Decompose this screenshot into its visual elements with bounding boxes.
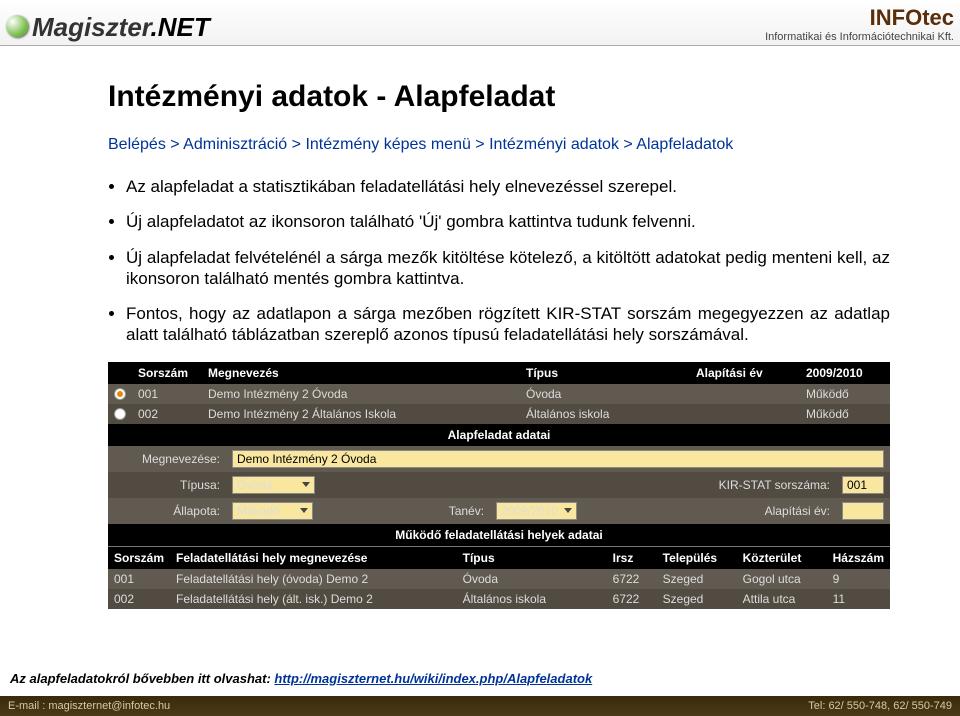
bullet-item: Fontos, hogy az adatlapon a sárga mezőbe… [126, 303, 890, 346]
sub-col-telepules[interactable]: Település [657, 546, 737, 569]
row-radio-icon[interactable] [114, 388, 126, 400]
footer-tel: Tel: 62/ 550-748, 62/ 550-749 [808, 700, 952, 712]
company-block: INFOtec Informatikai és Információtechni… [765, 5, 954, 43]
sub-col-sorszam[interactable]: Sorszám [108, 546, 170, 569]
top-header: Magiszter.NET INFOtec Informatikai és In… [0, 0, 960, 46]
footer-email: E-mail : magiszternet@infotec.hu [8, 700, 170, 712]
main-content: Intézményi adatok - Alapfeladat Belépés … [0, 46, 960, 609]
table-row[interactable]: 002 Feladatellátási hely (ált. isk.) Dem… [108, 589, 890, 609]
sub-col-irsz[interactable]: Irsz [607, 546, 657, 569]
helyek-table: Sorszám Feladatellátási hely megnevezése… [108, 546, 890, 609]
input-megnevezes[interactable] [232, 450, 884, 468]
lbl-alapitasi: Alapítási év: [765, 504, 834, 518]
app-screenshot: Sorszám Megnevezés Típus Alapítási év 20… [108, 362, 890, 609]
lbl-megnevezes: Megnevezése: [114, 452, 224, 466]
logo-ball-icon [6, 15, 28, 37]
col-tanev[interactable]: 2009/2010 [800, 362, 890, 384]
sub-col-megnevezes[interactable]: Feladatellátási hely megnevezése [170, 546, 457, 569]
form-row-megnevezes: Megnevezése: [108, 446, 890, 472]
footer-bar: E-mail : magiszternet@infotec.hu Tel: 62… [0, 696, 960, 716]
alapfeladat-table: Sorszám Megnevezés Típus Alapítási év 20… [108, 362, 890, 424]
lbl-tipus: Típusa: [114, 478, 224, 492]
brand-left: Magiszter [32, 12, 151, 42]
cell-allapot: Működő [800, 404, 890, 424]
section-title-1: Alapfeladat adatai [108, 424, 890, 446]
bullet-list: Az alapfeladat a statisztikában feladate… [108, 176, 890, 346]
cell-alapitasi [690, 384, 800, 404]
select-allapot[interactable]: Működő [232, 502, 313, 520]
cell-alapitasi [690, 404, 800, 424]
chevron-down-icon [564, 508, 572, 513]
table-row[interactable]: 002 Demo Intézmény 2 Általános Iskola Ál… [108, 404, 890, 424]
sub-col-hazszam[interactable]: Házszám [827, 546, 890, 569]
footnote-text: Az alapfeladatokról bővebben itt olvasha… [10, 671, 274, 686]
col-tipus[interactable]: Típus [520, 362, 690, 384]
brand-right: .NET [151, 12, 210, 42]
input-kirstat[interactable] [842, 476, 884, 494]
col-megnevezes[interactable]: Megnevezés [202, 362, 520, 384]
cell-allapot: Működő [800, 384, 890, 404]
chevron-down-icon [300, 508, 308, 513]
brand-text: Magiszter.NET [32, 12, 210, 43]
select-tipus[interactable]: Óvoda [232, 476, 315, 494]
sub-col-kozterulet[interactable]: Közterület [737, 546, 827, 569]
section-title-2: Működő feladatellátási helyek adatai [108, 524, 890, 546]
footnote-link[interactable]: http://magiszternet.hu/wiki/index.php/Al… [274, 671, 592, 686]
footnote: Az alapfeladatokról bővebben itt olvasha… [10, 671, 592, 686]
select-tanev[interactable]: 2009/2010 [496, 502, 577, 520]
lbl-allapot: Állapota: [114, 504, 224, 518]
bullet-item: Új alapfeladatot az ikonsoron található … [126, 211, 890, 232]
company-name: INFOtec [765, 5, 954, 31]
form-row-allapot: Állapota: Működő Tanév: 2009/2010 Alapít… [108, 498, 890, 524]
brand-logo: Magiszter.NET [6, 12, 210, 43]
cell-sorszam: 001 [132, 384, 202, 404]
lbl-kirstat: KIR-STAT sorszáma: [719, 478, 834, 492]
company-sub: Informatikai és Információtechnikai Kft. [765, 31, 954, 43]
bullet-item: Az alapfeladat a statisztikában feladate… [126, 176, 890, 197]
chevron-down-icon [302, 482, 310, 487]
breadcrumb: Belépés > Adminisztráció > Intézmény kép… [108, 136, 890, 154]
col-sorszam[interactable]: Sorszám [132, 362, 202, 384]
cell-megnevezes: Demo Intézmény 2 Óvoda [202, 384, 520, 404]
page-title: Intézményi adatok - Alapfeladat [108, 80, 890, 114]
lbl-tanev: Tanév: [449, 504, 488, 518]
cell-tipus: Általános iskola [520, 404, 690, 424]
cell-tipus: Óvoda [520, 384, 690, 404]
cell-megnevezes: Demo Intézmény 2 Általános Iskola [202, 404, 520, 424]
table-row[interactable]: 001 Demo Intézmény 2 Óvoda Óvoda Működő [108, 384, 890, 404]
form-row-tipus: Típusa: Óvoda KIR-STAT sorszáma: [108, 472, 890, 498]
cell-sorszam: 002 [132, 404, 202, 424]
table-row[interactable]: 001 Feladatellátási hely (óvoda) Demo 2 … [108, 569, 890, 589]
bullet-item: Új alapfeladat felvételénél a sárga mező… [126, 247, 890, 290]
row-radio-icon[interactable] [114, 408, 126, 420]
col-alapitasi[interactable]: Alapítási év [690, 362, 800, 384]
sub-col-tipus[interactable]: Típus [457, 546, 607, 569]
input-alapitasi[interactable] [842, 502, 884, 520]
